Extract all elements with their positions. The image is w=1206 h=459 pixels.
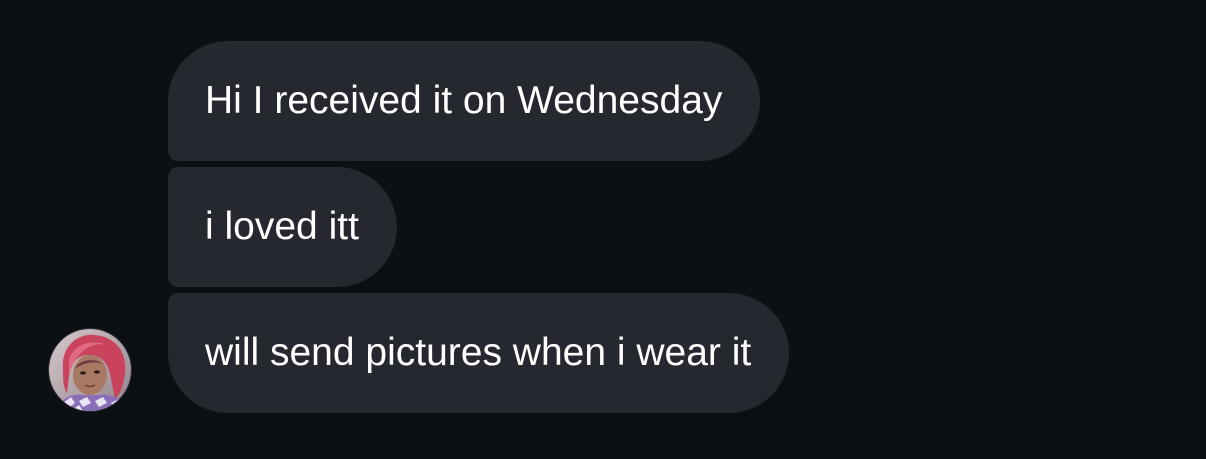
message-text: Hi I received it on Wednesday (205, 79, 723, 122)
message-bubble[interactable]: i loved itt (168, 167, 397, 287)
message-bubble[interactable]: will send pictures when i wear it (168, 293, 790, 413)
avatar[interactable] (48, 328, 132, 412)
message-text: i loved itt (205, 205, 359, 248)
message-bubble[interactable]: Hi I received it on Wednesday (168, 41, 761, 161)
message-thread: Hi I received it on Wednesday i loved it… (0, 0, 1206, 459)
profile-photo-icon (49, 329, 131, 411)
message-text: will send pictures when i wear it (205, 331, 752, 374)
